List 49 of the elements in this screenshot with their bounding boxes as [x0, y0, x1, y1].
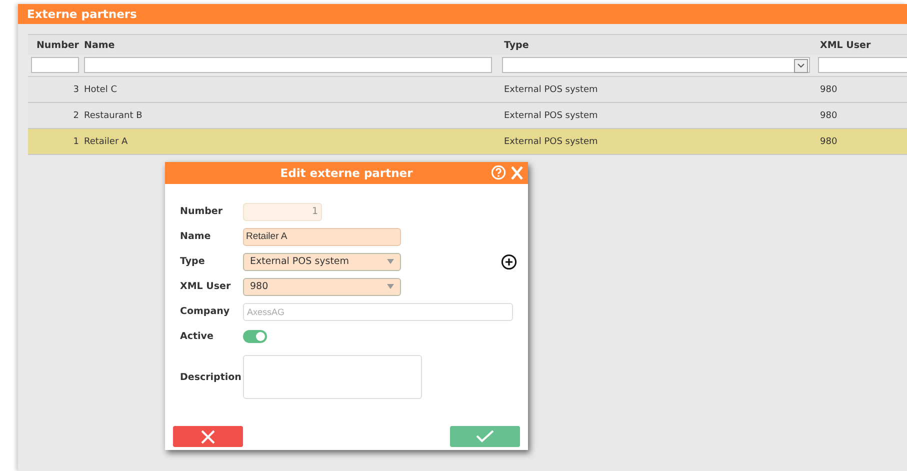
- field-label: Number: [180, 206, 224, 217]
- select-field[interactable]: 980: [243, 278, 401, 296]
- filter-field[interactable]: [31, 57, 79, 73]
- table-row[interactable]: 3 Hotel C External POS system 980: [28, 77, 907, 103]
- table-cell-text: Restaurant B: [84, 110, 144, 120]
- number-field: 1: [243, 202, 322, 220]
- table-cell-text: External POS system: [504, 110, 599, 120]
- add-icon[interactable]: [501, 254, 517, 270]
- filter-field[interactable]: [84, 57, 492, 73]
- filter-dropdown[interactable]: [502, 57, 810, 73]
- field-label: XML User: [180, 281, 232, 292]
- table-cell-text: 980: [820, 84, 838, 94]
- field-label: Type: [180, 256, 206, 267]
- table-cell-text: 980: [820, 136, 838, 146]
- input-field[interactable]: AxessAG: [243, 302, 513, 320]
- column-header[interactable]: Name: [84, 40, 500, 50]
- dropdown-icon: [794, 59, 808, 73]
- table-cell-text: 1: [72, 136, 80, 146]
- select-field[interactable]: External POS system: [243, 252, 401, 270]
- table-cell-text: External POS system: [504, 136, 599, 146]
- table-cell-text: 3: [72, 84, 80, 94]
- column-header[interactable]: Number: [28, 40, 82, 50]
- table-cell-text: Retailer A: [84, 136, 129, 146]
- help-icon[interactable]: [491, 165, 506, 180]
- dropdown-icon: [387, 259, 394, 264]
- dialog-title: Edit externe partner: [280, 166, 413, 180]
- filter-field[interactable]: [818, 57, 907, 73]
- column-header[interactable]: XML User: [820, 40, 907, 50]
- column-header[interactable]: Type: [504, 40, 816, 50]
- confirm-button[interactable]: [450, 426, 520, 447]
- panel-title: Externe partners: [18, 4, 907, 24]
- table-cell-text: 2: [72, 110, 80, 120]
- table-row[interactable]: 1 Retailer A External POS system 980: [28, 129, 907, 155]
- toggle-switch[interactable]: [243, 330, 267, 343]
- table-cell-text: External POS system: [504, 84, 599, 94]
- table-cell-text: 980: [820, 110, 838, 120]
- dropdown-icon: [387, 284, 394, 289]
- close-icon: [201, 430, 215, 444]
- check-icon: [476, 430, 494, 443]
- input-field[interactable]: Retailer A: [243, 228, 401, 246]
- field-label: Active: [180, 331, 214, 342]
- field-label: Description: [180, 372, 242, 382]
- field-label: Name: [180, 231, 212, 242]
- field-label: Company: [180, 306, 231, 317]
- close-icon[interactable]: [511, 166, 523, 180]
- table-row[interactable]: 2 Restaurant B External POS system 980: [28, 103, 907, 129]
- cancel-button[interactable]: [173, 426, 243, 447]
- text-area[interactable]: [243, 355, 422, 399]
- table-cell-text: Hotel C: [84, 84, 118, 94]
